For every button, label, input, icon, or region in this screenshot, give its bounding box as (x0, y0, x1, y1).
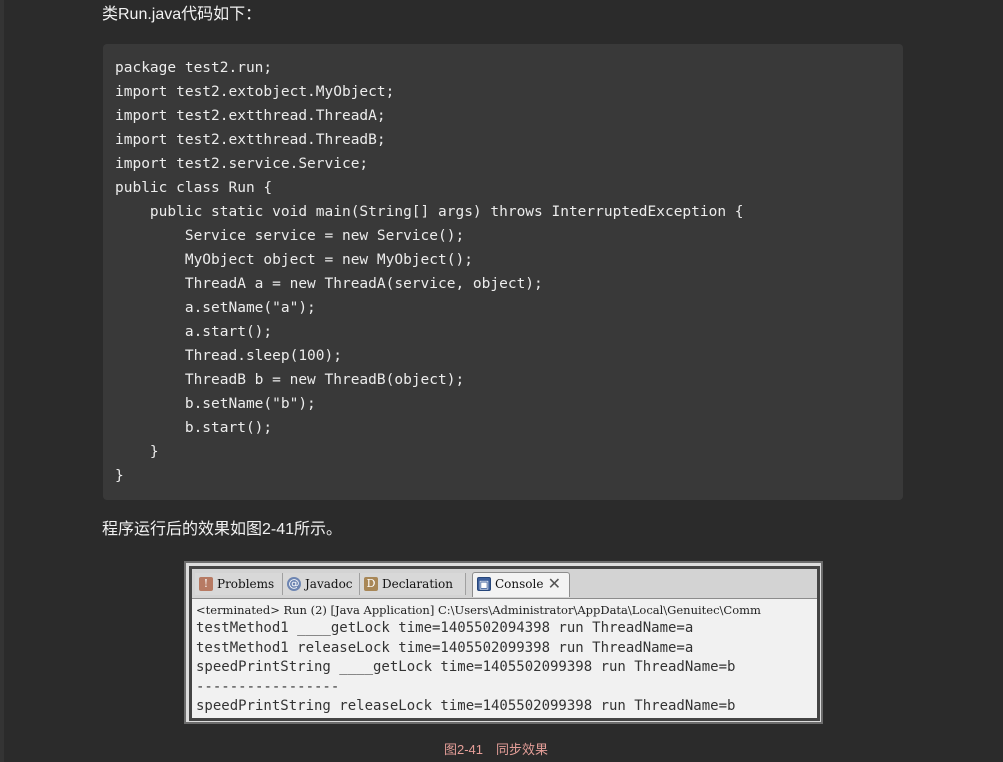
code-line-18: } (115, 468, 124, 484)
code-line-5: import test2.service.Service; (115, 156, 369, 172)
code-line-11: a.setName("a"); (115, 300, 316, 316)
code-line-1: package test2.run; (115, 60, 273, 76)
code-line-12: a.start(); (115, 324, 273, 340)
eclipse-console-view: ! Problems @ Javadoc D Declaration ▣ Con… (189, 566, 820, 721)
console-icon: ▣ (477, 577, 491, 591)
code-line-6: public class Run { (115, 180, 273, 196)
tab-problems-label: Problems (217, 577, 275, 591)
tab-declaration[interactable]: D Declaration (360, 573, 466, 595)
problems-icon: ! (199, 577, 213, 591)
java-code-block: package test2.run; import test2.extobjec… (103, 44, 903, 500)
code-line-10: ThreadA a = new ThreadA(service, object)… (115, 276, 543, 292)
left-border-rule (0, 0, 4, 762)
console-line-3: speedPrintString ____getLock time=140550… (196, 659, 736, 676)
eclipse-tab-bar: ! Problems @ Javadoc D Declaration ▣ Con… (192, 569, 817, 599)
code-line-13: Thread.sleep(100); (115, 348, 342, 364)
code-line-8: Service service = new Service(); (115, 228, 465, 244)
code-line-7: public static void main(String[] args) t… (115, 204, 744, 220)
tab-console-label: Console (495, 577, 544, 591)
console-line-5: speedPrintString releaseLock time=140550… (196, 698, 736, 715)
console-line-1: testMethod1 ____getLock time=14055020943… (196, 620, 694, 636)
declaration-icon: D (364, 577, 378, 591)
article-page: 类Run.java代码如下： package test2.run; import… (0, 0, 1003, 762)
tab-javadoc[interactable]: @ Javadoc (283, 573, 360, 595)
tab-declaration-label: Declaration (382, 577, 453, 591)
javadoc-icon: @ (287, 577, 301, 591)
code-line-15: b.setName("b"); (115, 396, 316, 412)
tab-problems[interactable]: ! Problems (195, 573, 283, 595)
console-output-area: <terminated> Run (2) [Java Application] … (192, 599, 817, 718)
console-line-2: testMethod1 releaseLock time=14055020993… (196, 639, 694, 656)
console-line-4: ----------------- (196, 678, 340, 695)
result-description-text: 程序运行后的效果如图2-41所示。 (102, 521, 343, 538)
code-line-9: MyObject object = new MyObject(); (115, 252, 473, 268)
tab-javadoc-label: Javadoc (305, 577, 353, 591)
terminated-status-line: <terminated> Run (2) [Java Application] … (196, 603, 761, 617)
code-line-4: import test2.extthread.ThreadB; (115, 132, 386, 148)
embedded-console-screenshot: ! Problems @ Javadoc D Declaration ▣ Con… (184, 561, 823, 724)
code-line-14: ThreadB b = new ThreadB(object); (115, 372, 465, 388)
code-intro-text: 类Run.java代码如下： (102, 6, 262, 23)
code-line-17: } (115, 444, 159, 460)
code-line-16: b.start(); (115, 420, 273, 436)
figure-caption: 图2-41 同步效果 (444, 742, 549, 757)
tab-console[interactable]: ▣ Console ✕ (472, 572, 570, 597)
code-line-2: import test2.extobject.MyObject; (115, 84, 395, 100)
close-icon[interactable]: ✕ (548, 574, 561, 594)
code-line-3: import test2.extthread.ThreadA; (115, 108, 386, 124)
